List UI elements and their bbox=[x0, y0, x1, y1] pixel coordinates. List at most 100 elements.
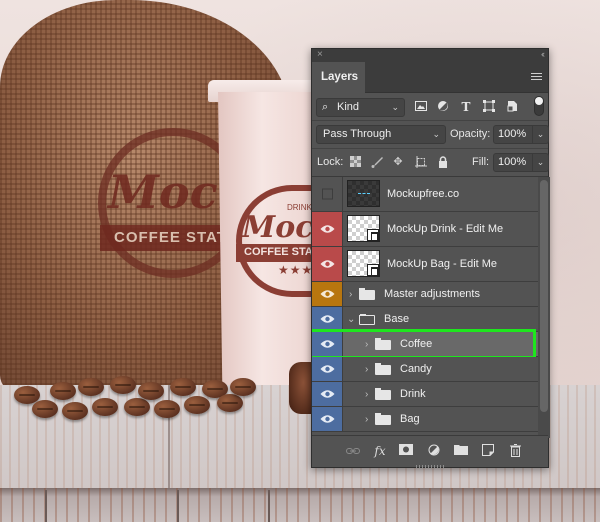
adjustment-layer-icon[interactable] bbox=[426, 444, 442, 458]
layer-name: MockUp Bag - Edit Me bbox=[387, 258, 498, 270]
layer-name: Base bbox=[384, 313, 410, 325]
scrollbar-thumb[interactable] bbox=[540, 180, 548, 412]
tab-layers[interactable]: Layers bbox=[312, 62, 365, 93]
chevron-right-icon[interactable]: › bbox=[349, 282, 352, 307]
layer-row-mockup-bag[interactable]: MockUp Bag - Edit Me bbox=[312, 247, 538, 282]
folder-icon bbox=[375, 338, 391, 350]
coffee-bean bbox=[50, 382, 76, 400]
adjustment-filter-icon[interactable] bbox=[436, 100, 450, 114]
filter-kind-dropdown[interactable]: ⌕ Kind ⌄ bbox=[316, 98, 405, 117]
opacity-slider-button[interactable]: ⌄ bbox=[533, 125, 549, 144]
visibility-toggle[interactable] bbox=[312, 212, 343, 246]
chevron-right-icon[interactable]: › bbox=[365, 407, 368, 432]
new-layer-icon[interactable] bbox=[480, 444, 496, 458]
visibility-toggle[interactable] bbox=[312, 177, 343, 211]
collapse-panel-icon[interactable]: ‹‹ bbox=[541, 48, 545, 61]
delete-layer-icon[interactable] bbox=[507, 444, 523, 458]
coffee-bean bbox=[138, 382, 164, 400]
panel-menu-icon[interactable] bbox=[531, 73, 542, 81]
panel-titlebar[interactable]: × ‹‹ bbox=[312, 49, 548, 62]
visibility-toggle[interactable] bbox=[312, 407, 343, 431]
coffee-bean bbox=[217, 394, 243, 412]
lock-all-icon[interactable] bbox=[437, 156, 449, 168]
visibility-toggle[interactable] bbox=[312, 357, 343, 381]
folder-icon bbox=[375, 363, 391, 375]
smart-object-thumbnail bbox=[347, 250, 380, 277]
plank-line bbox=[268, 490, 270, 522]
lock-image-pixels-icon[interactable] bbox=[371, 156, 383, 168]
blend-row: Pass Through ⌄ Opacity: 100% ⌄ bbox=[312, 121, 549, 149]
folder-icon bbox=[375, 388, 391, 400]
visibility-toggle[interactable] bbox=[312, 247, 343, 281]
layers-list: Mockupfree.co MockUp Drink - Edit Me Moc… bbox=[312, 177, 538, 438]
fill-input[interactable]: 100% bbox=[493, 153, 533, 172]
blend-mode-dropdown[interactable]: Pass Through ⌄ bbox=[316, 125, 446, 144]
search-icon: ⌕ bbox=[322, 101, 329, 113]
layer-name: MockUp Drink - Edit Me bbox=[387, 223, 504, 235]
coffee-bean bbox=[78, 378, 104, 396]
plank-line bbox=[45, 490, 47, 522]
panel-tab-row: Layers bbox=[312, 62, 548, 93]
type-filter-icon[interactable]: T bbox=[459, 100, 473, 114]
layer-row-base[interactable]: ⌄ Base bbox=[312, 307, 538, 332]
smart-object-filter-icon[interactable] bbox=[505, 100, 519, 114]
lock-transparent-pixels-icon[interactable] bbox=[349, 156, 361, 168]
layer-row-drink[interactable]: › Drink bbox=[312, 382, 538, 407]
layers-scrollbar[interactable] bbox=[538, 177, 550, 438]
coffee-bean bbox=[230, 378, 256, 396]
link-layers-icon[interactable] bbox=[345, 444, 361, 458]
visibility-toggle[interactable] bbox=[312, 332, 343, 356]
layer-name: Mockupfree.co bbox=[387, 188, 460, 200]
layer-row-bag[interactable]: › Bag bbox=[312, 407, 538, 432]
layer-thumbnail bbox=[347, 180, 380, 207]
layer-row-candy[interactable]: › Candy bbox=[312, 357, 538, 382]
lock-row: Lock: ✥ Fill: 100% ⌄ bbox=[312, 149, 549, 177]
layer-row-mockupfree[interactable]: Mockupfree.co bbox=[312, 177, 538, 212]
layer-name: Bag bbox=[400, 413, 420, 425]
eye-icon bbox=[320, 260, 335, 268]
opacity-label: Opacity: bbox=[450, 128, 491, 140]
close-icon[interactable]: × bbox=[317, 48, 323, 61]
opacity-input[interactable]: 100% bbox=[493, 125, 533, 144]
eye-icon bbox=[320, 315, 335, 323]
coffee-bean bbox=[32, 400, 58, 418]
coffee-bean bbox=[92, 398, 118, 416]
visibility-toggle[interactable] bbox=[312, 282, 343, 306]
chevron-right-icon[interactable]: › bbox=[365, 382, 368, 407]
shape-filter-icon[interactable] bbox=[482, 100, 496, 114]
eye-icon bbox=[320, 340, 335, 348]
chevron-right-icon[interactable]: › bbox=[365, 332, 368, 357]
visibility-toggle[interactable] bbox=[312, 307, 343, 331]
chevron-down-icon[interactable]: ⌄ bbox=[347, 307, 355, 332]
folder-icon bbox=[359, 288, 375, 300]
coffee-beans bbox=[12, 372, 257, 422]
layers-panel: × ‹‹ Layers ⌕ Kind ⌄ T Pass Through ⌄ Op… bbox=[311, 48, 550, 468]
smart-object-badge-icon bbox=[367, 229, 379, 241]
chevron-right-icon[interactable]: › bbox=[365, 357, 368, 382]
layer-row-mockup-drink[interactable]: MockUp Drink - Edit Me bbox=[312, 212, 538, 247]
new-group-icon[interactable] bbox=[453, 444, 469, 458]
lock-label: Lock: bbox=[317, 156, 344, 168]
layer-name: Candy bbox=[400, 363, 432, 375]
eye-icon bbox=[320, 390, 335, 398]
folder-icon bbox=[375, 413, 391, 425]
fill-slider-button[interactable]: ⌄ bbox=[533, 153, 549, 172]
coffee-bean bbox=[184, 396, 210, 414]
layer-name: Drink bbox=[400, 388, 426, 400]
panel-footer: fx bbox=[312, 435, 548, 468]
filter-toggle[interactable] bbox=[534, 96, 544, 116]
image-filter-icon[interactable] bbox=[414, 100, 428, 114]
layer-row-coffee[interactable]: › Coffee bbox=[312, 329, 538, 359]
add-mask-icon[interactable] bbox=[398, 444, 414, 458]
coffee-bean bbox=[62, 402, 88, 420]
resize-grip[interactable] bbox=[416, 465, 446, 468]
visibility-off-icon bbox=[322, 188, 333, 200]
coffee-bean-large bbox=[289, 362, 313, 414]
plank-line bbox=[177, 490, 179, 522]
visibility-toggle[interactable] bbox=[312, 382, 343, 406]
lock-position-icon[interactable]: ✥ bbox=[392, 156, 404, 168]
layer-name: Coffee bbox=[400, 338, 433, 350]
fx-icon[interactable]: fx bbox=[372, 444, 388, 458]
layer-row-master-adjustments[interactable]: › Master adjustments bbox=[312, 282, 538, 307]
lock-artboard-icon[interactable] bbox=[415, 156, 427, 168]
